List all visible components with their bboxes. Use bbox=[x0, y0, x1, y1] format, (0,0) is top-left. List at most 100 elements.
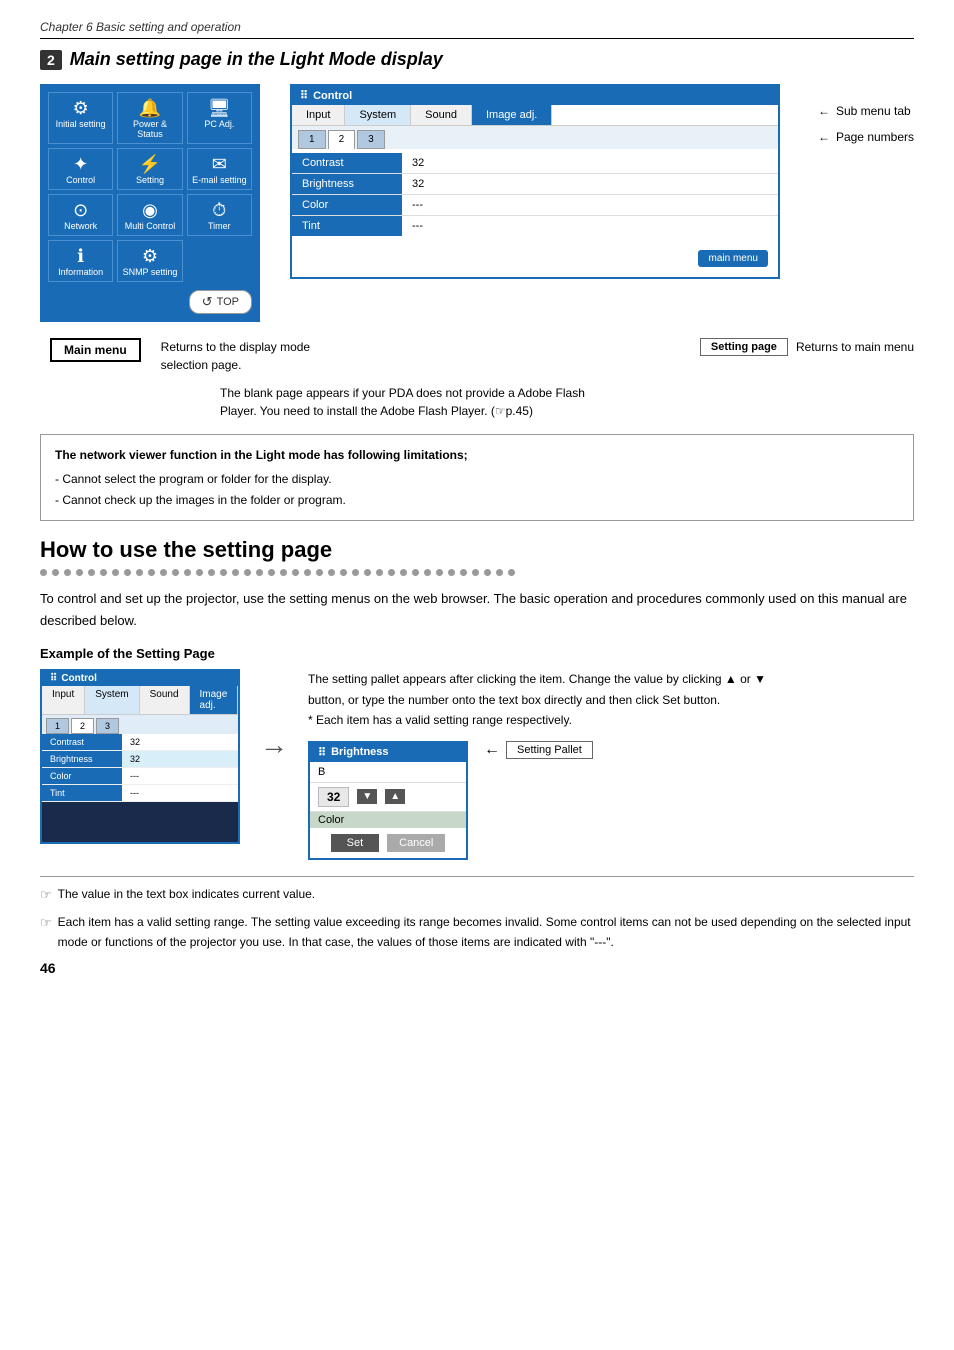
note-2: ☞ Each item has a valid setting range. T… bbox=[40, 913, 914, 951]
setting-desc: The setting pallet appears after clickin… bbox=[308, 669, 768, 730]
example-control-panel: ⠿ Control Input System Sound Image adj. … bbox=[40, 669, 240, 844]
timer-icon: ⏱ bbox=[212, 201, 226, 219]
flash-note-row: The blank page appears if your PDA does … bbox=[40, 384, 914, 420]
returns-display-text: Returns to the display mode selection pa… bbox=[161, 338, 361, 374]
example-tab-input[interactable]: Input bbox=[42, 686, 85, 714]
pallet-up-btn[interactable]: ▲ bbox=[385, 789, 405, 804]
tab-image-adj[interactable]: Image adj. bbox=[472, 105, 552, 125]
example-tab-sound[interactable]: Sound bbox=[140, 686, 190, 714]
main-menu-label: Main menu bbox=[50, 338, 141, 362]
pallet-color-row: Color bbox=[310, 812, 466, 828]
tint-label: Tint bbox=[292, 216, 402, 236]
example-tab-system[interactable]: System bbox=[85, 686, 139, 714]
row-tint: Tint --- bbox=[292, 216, 778, 236]
row-color: Color --- bbox=[292, 195, 778, 216]
example-subtab-2[interactable]: 2 bbox=[71, 718, 94, 734]
example-control-header: ⠿ Control bbox=[42, 671, 238, 686]
pallet-header: ⠿ Brightness bbox=[310, 743, 466, 762]
menu-item-multi-control[interactable]: ◉ Multi Control bbox=[117, 194, 182, 236]
returns-main-text: Returns to main menu bbox=[796, 340, 914, 354]
main-menu-btn[interactable]: main menu bbox=[698, 250, 767, 267]
section-num: 2 bbox=[40, 50, 62, 70]
control-tabs: Input System Sound Image adj. bbox=[292, 105, 778, 126]
warning-item-1: - Cannot select the program or folder fo… bbox=[55, 469, 899, 489]
note-1: ☞ The value in the text box indicates cu… bbox=[40, 885, 914, 906]
menu-item-control[interactable]: ✦ Control bbox=[48, 148, 113, 190]
diagram-area: ⚙ Initial setting 🔔 Power & Status 🖥 PC … bbox=[40, 84, 914, 322]
example-color-label: Color bbox=[42, 768, 122, 784]
setting-icon: ⚡ bbox=[139, 155, 161, 173]
bottom-annot: Main menu Returns to the display mode se… bbox=[40, 338, 914, 374]
example-contrast-label: Contrast bbox=[42, 734, 122, 750]
contrast-label: Contrast bbox=[292, 153, 402, 173]
multi-control-icon: ◉ bbox=[142, 201, 158, 219]
menu-item-snmp[interactable]: ⚙ SNMP setting bbox=[117, 240, 182, 282]
row-contrast: Contrast 32 bbox=[292, 153, 778, 174]
menu-item-email[interactable]: ✉ E-mail setting bbox=[187, 148, 252, 190]
pallet-down-btn[interactable]: ▼ bbox=[357, 789, 377, 804]
top-button-row: ↺ TOP bbox=[48, 290, 252, 314]
pc-adj-icon: 🖥 bbox=[208, 99, 231, 117]
arrow-connector: → bbox=[260, 669, 288, 761]
control-icon: ✦ bbox=[73, 155, 88, 173]
example-contrast-value: 32 bbox=[122, 734, 148, 750]
warning-title: The network viewer function in the Light… bbox=[55, 445, 899, 465]
example-tab-image-adj[interactable]: Image adj. bbox=[190, 686, 239, 714]
menu-item-setting[interactable]: ⚡ Setting bbox=[117, 148, 182, 190]
warning-item-2: - Cannot check up the images in the fold… bbox=[55, 490, 899, 510]
example-tint-value: --- bbox=[122, 785, 147, 801]
setting-returns-row: Setting page Returns to main menu bbox=[381, 338, 914, 356]
example-row-color: Color --- bbox=[42, 768, 238, 785]
tab-system[interactable]: System bbox=[345, 105, 411, 125]
bottom-rule bbox=[40, 876, 914, 877]
tab-sound[interactable]: Sound bbox=[411, 105, 472, 125]
example-subtab-1[interactable]: 1 bbox=[46, 718, 69, 734]
warning-box: The network viewer function in the Light… bbox=[40, 434, 914, 521]
example-brightness-label: Brightness bbox=[42, 751, 122, 767]
left-arrow-icon: ← bbox=[818, 104, 830, 118]
example-color-value: --- bbox=[122, 768, 147, 784]
example-title: Example of the Setting Page bbox=[40, 646, 914, 661]
setting-pallet-label: Setting Pallet bbox=[506, 741, 593, 759]
menu-item-timer[interactable]: ⏱ Timer bbox=[187, 194, 252, 236]
menu-item-network[interactable]: ⊙ Network bbox=[48, 194, 113, 236]
menu-item-initial-setting[interactable]: ⚙ Initial setting bbox=[48, 92, 113, 144]
menu-grid: ⚙ Initial setting 🔔 Power & Status 🖥 PC … bbox=[48, 92, 252, 282]
example-subtab-3[interactable]: 3 bbox=[96, 718, 119, 734]
left-arrow2-icon: ← bbox=[818, 130, 830, 144]
page-numbers-label: ← Page numbers bbox=[818, 130, 914, 144]
color-label: Color bbox=[292, 195, 402, 215]
page-number: 46 bbox=[40, 960, 914, 976]
pallet-area: ⠿ Brightness B 32 ▼ ▲ Color Set Cancel bbox=[308, 741, 914, 860]
pallet-set-row: Set Cancel bbox=[310, 828, 466, 858]
dots-line bbox=[40, 569, 914, 576]
set-button[interactable]: Set bbox=[331, 834, 380, 852]
example-subtabs: 1 2 3 bbox=[42, 715, 238, 734]
menu-item-power-status[interactable]: 🔔 Power & Status bbox=[117, 92, 182, 144]
control-rows: Contrast 32 Brightness 32 Color --- Tint… bbox=[292, 149, 778, 240]
note1-icon: ☞ bbox=[40, 885, 52, 906]
control-subtabs: 1 2 3 bbox=[292, 126, 778, 149]
subtab-3[interactable]: 3 bbox=[357, 130, 385, 149]
tab-input[interactable]: Input bbox=[292, 105, 345, 125]
power-status-icon: 🔔 bbox=[139, 99, 161, 117]
example-tabs: Input System Sound Image adj. bbox=[42, 686, 238, 715]
cancel-button[interactable]: Cancel bbox=[387, 834, 445, 852]
brightness-label: Brightness bbox=[292, 174, 402, 194]
brightness-value: 32 bbox=[402, 174, 778, 194]
subtab-2[interactable]: 2 bbox=[328, 130, 356, 149]
pallet-arrow-icon: ← bbox=[484, 741, 500, 759]
setting-pallet-box: ⠿ Brightness B 32 ▼ ▲ Color Set Cancel bbox=[308, 741, 468, 860]
top-button[interactable]: ↺ TOP bbox=[189, 290, 252, 314]
subtab-1[interactable]: 1 bbox=[298, 130, 326, 149]
menu-item-information[interactable]: ℹ Information bbox=[48, 240, 113, 282]
section2-body: To control and set up the projector, use… bbox=[40, 588, 914, 632]
grid-icon: ⠿ bbox=[300, 89, 308, 102]
menu-item-pc-adj[interactable]: 🖥 PC Adj. bbox=[187, 92, 252, 144]
main-menu-box: ⚙ Initial setting 🔔 Power & Status 🖥 PC … bbox=[40, 84, 260, 322]
pallet-b-row: B bbox=[310, 762, 466, 783]
pallet-value[interactable]: 32 bbox=[318, 787, 349, 807]
pallet-grid-icon: ⠿ bbox=[318, 746, 326, 759]
example-area: ⠿ Control Input System Sound Image adj. … bbox=[40, 669, 914, 859]
example-row-contrast: Contrast 32 bbox=[42, 734, 238, 751]
